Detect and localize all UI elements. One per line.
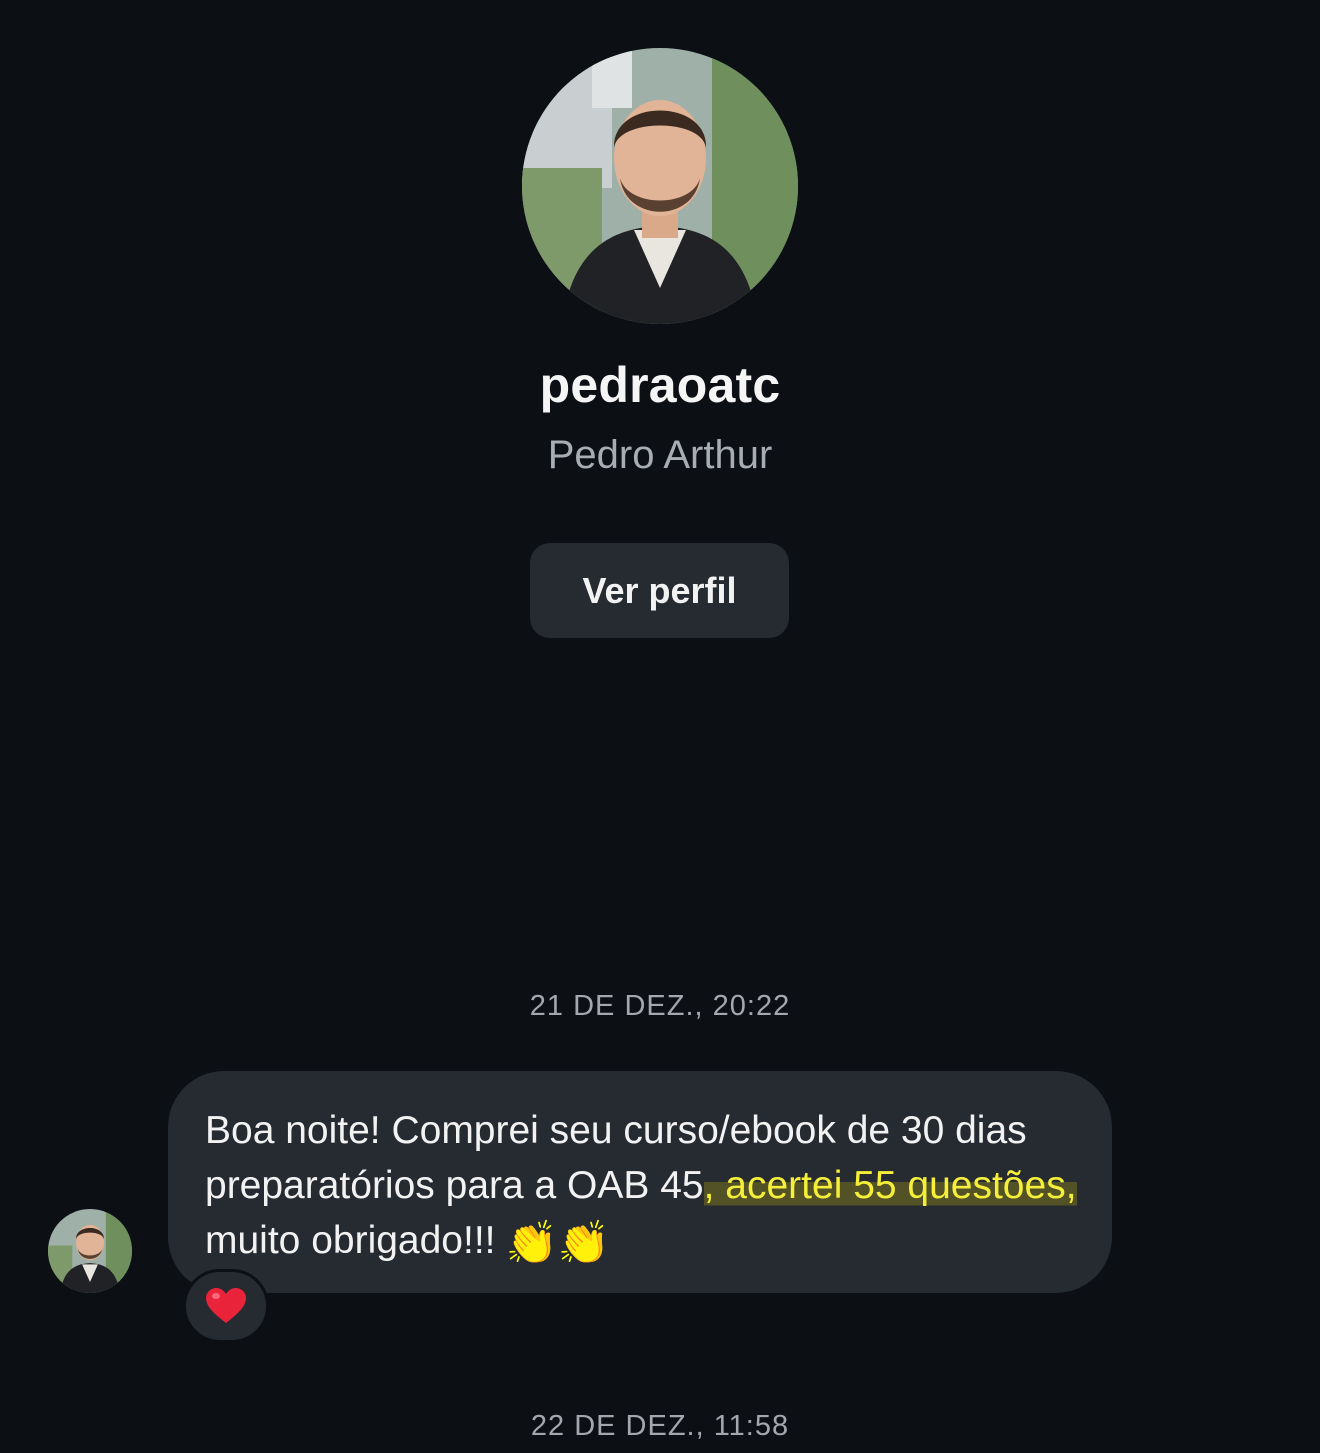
timestamp-divider: 21 DE DEZ., 20:22 <box>529 990 791 1022</box>
profile-photo <box>522 48 798 324</box>
message-bubble[interactable]: Boa noite! Comprei seu curso/ebook de 30… <box>168 1071 1112 1293</box>
heart-icon <box>206 1288 246 1323</box>
clapping-hands-icon: 👏👏 <box>505 1219 611 1266</box>
reaction-badge[interactable] <box>183 1269 269 1343</box>
view-profile-button[interactable]: Ver perfil <box>530 543 789 638</box>
profile-avatar[interactable] <box>522 48 798 324</box>
message-text: Boa noite! Comprei seu curso/ebook de 30… <box>205 1103 1105 1268</box>
sender-photo <box>48 1209 132 1293</box>
highlighted-text: , acertei 55 questões, <box>703 1164 1077 1207</box>
profile-full-name: Pedro Arthur <box>547 433 773 477</box>
timestamp-divider: 22 DE DEZ., 11:58 <box>530 1410 790 1442</box>
sender-avatar[interactable] <box>48 1209 132 1293</box>
profile-username: pedraoatc <box>539 357 781 413</box>
message-text-part: muito obrigado!!! <box>205 1219 496 1262</box>
